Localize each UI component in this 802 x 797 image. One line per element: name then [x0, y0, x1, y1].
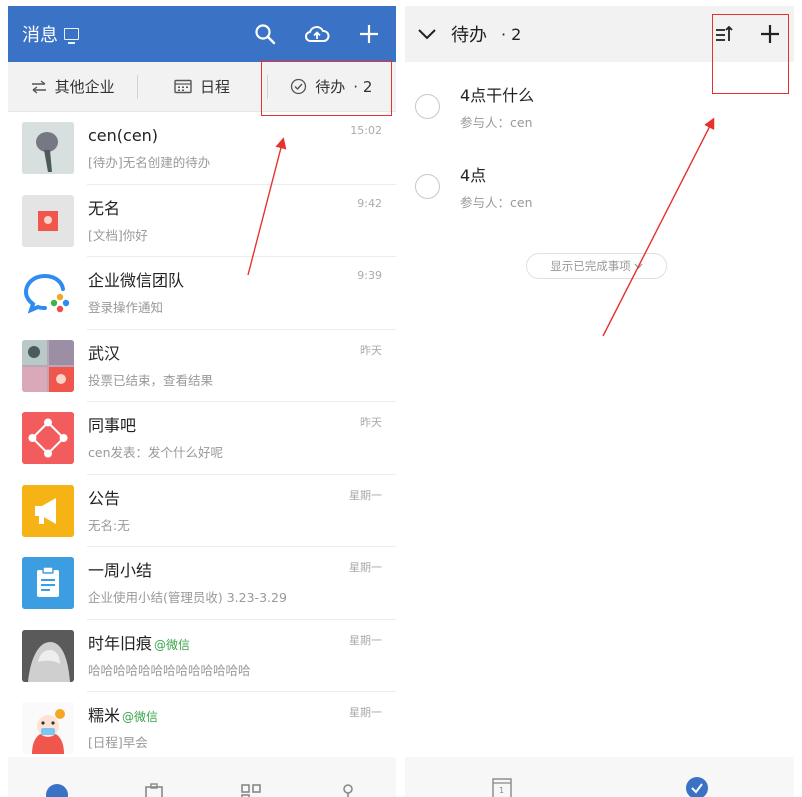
chat-row[interactable]: cen(cen) [待办]无名创建的待办 15:02 [8, 112, 396, 185]
chat-tag: @微信 [154, 637, 191, 652]
messages-header: 消息 [8, 6, 396, 62]
page-title: 待办 [451, 25, 487, 46]
chat-list: cen(cen) [待办]无名创建的待办 15:02 无名 [文档]你好 9:4… [8, 112, 396, 765]
wecom-team-logo-icon [22, 267, 74, 320]
todo-item[interactable]: 4点 参与人：cen [405, 142, 794, 222]
chat-name: 武汉 [88, 343, 121, 363]
chat-time: 昨天 [360, 416, 382, 429]
messages-tab-icon[interactable] [42, 781, 72, 797]
show-completed-label: 显示已完成事项 [550, 259, 631, 273]
annotation-highlight-box [261, 60, 392, 116]
todo-tab-icon[interactable] [682, 771, 712, 797]
chat-preview: 无名:无 [88, 517, 130, 533]
chat-preview: [日程]早会 [88, 735, 148, 751]
todo-checkbox[interactable] [415, 94, 440, 119]
cloud-icon[interactable] [302, 19, 332, 49]
avatar [22, 122, 74, 175]
me-tab-icon[interactable] [333, 781, 363, 797]
chat-row[interactable]: 一周小结 企业使用小结(管理员收) 3.23-3.29 星期一 [8, 547, 396, 620]
chat-row[interactable]: 时年旧痕 @微信 哈哈哈哈哈哈哈哈哈哈哈哈哈 星期一 [8, 620, 396, 693]
calendar-icon [174, 79, 192, 94]
todo-panel: 待办 · 2 4点干什么 参与人：cen 4点 参与人：cen 显示已完成事项 … [405, 6, 794, 797]
chat-tag: @微信 [122, 710, 159, 725]
chat-row[interactable]: 公告 无名:无 星期一 [8, 475, 396, 548]
avatar [22, 629, 74, 682]
colleague-circle-icon [22, 412, 74, 465]
todo-participants: 参与人：cen [460, 195, 533, 210]
filter-label: 其他企业 [54, 78, 115, 96]
search-icon[interactable] [250, 19, 280, 49]
bottom-tab-bar: 1 [405, 757, 794, 797]
avatar [22, 194, 74, 247]
todo-title: 4点 [460, 166, 487, 185]
chat-row[interactable]: 武汉 投票已结束，查看结果 昨天 [8, 330, 396, 403]
chat-row[interactable]: 同事吧 cen发表：发个什么好呢 昨天 [8, 402, 396, 475]
chat-time: 9:39 [357, 269, 382, 282]
chat-time: 星期一 [349, 561, 382, 574]
chat-name: 糯米 [88, 706, 121, 726]
chevron-down-icon [634, 263, 643, 269]
bottom-tab-bar [8, 757, 396, 797]
chat-time: 星期一 [349, 706, 382, 719]
svg-text:1: 1 [499, 786, 504, 795]
megaphone-icon [22, 484, 74, 537]
chat-preview: 企业使用小结(管理员收) 3.23-3.29 [88, 590, 287, 606]
chat-time: 昨天 [360, 343, 382, 357]
chat-time: 星期一 [349, 633, 382, 647]
chat-name: 一周小结 [88, 561, 153, 581]
chat-preview: 哈哈哈哈哈哈哈哈哈哈哈哈哈 [88, 662, 251, 678]
filter-label: 日程 [199, 78, 230, 96]
header-title-group: 消息 [22, 21, 79, 47]
workbench-tab-icon[interactable] [236, 781, 266, 797]
chat-time: 星期一 [349, 488, 382, 502]
chat-name: 同事吧 [88, 416, 137, 436]
avatar [22, 339, 74, 392]
page-title: 消息 [22, 25, 58, 46]
chat-row[interactable]: 企业微信团队 登录操作通知 9:39 [8, 257, 396, 330]
chat-preview: [文档]你好 [88, 227, 148, 243]
chat-time: 9:42 [357, 196, 382, 210]
todo-count: · 2 [501, 24, 522, 44]
todo-title: 4点干什么 [460, 86, 535, 105]
chat-name: cen(cen) [88, 126, 159, 146]
messages-panel: 消息 其他企业 日程 待办 · 2 cen(cen) [待办]无名创建的待办 1… [8, 6, 396, 797]
chevron-down-icon[interactable] [417, 27, 437, 41]
chat-name: 企业微信团队 [88, 271, 185, 291]
avatar [22, 702, 74, 755]
calendar-tab-icon[interactable]: 1 [487, 771, 517, 797]
chat-row[interactable]: 糯米 @微信 [日程]早会 星期一 [8, 692, 396, 765]
filter-other-companies[interactable]: 其他企业 [8, 62, 137, 111]
chat-preview: [待办]无名创建的待办 [88, 155, 211, 171]
show-completed-button[interactable]: 显示已完成事项 [526, 253, 667, 279]
chat-row[interactable]: 无名 [文档]你好 9:42 [8, 185, 396, 258]
chat-name: 无名 [88, 198, 121, 218]
filter-schedule[interactable]: 日程 [137, 62, 266, 111]
chat-name: 时年旧痕 [88, 633, 153, 653]
clipboard-icon [22, 557, 74, 610]
contacts-tab-icon[interactable] [139, 781, 169, 797]
todo-participants: 参与人：cen [460, 115, 533, 130]
add-icon[interactable] [354, 19, 384, 49]
chat-preview: 投票已结束，查看结果 [88, 372, 214, 388]
todo-checkbox[interactable] [415, 174, 440, 199]
swap-icon [31, 79, 46, 94]
pc-online-icon[interactable] [64, 28, 79, 44]
chat-time: 15:02 [350, 124, 382, 137]
chat-preview: cen发表：发个什么好呢 [88, 445, 223, 461]
chat-preview: 登录操作通知 [88, 300, 164, 316]
chat-name: 公告 [88, 488, 121, 508]
annotation-highlight-box [712, 14, 789, 94]
